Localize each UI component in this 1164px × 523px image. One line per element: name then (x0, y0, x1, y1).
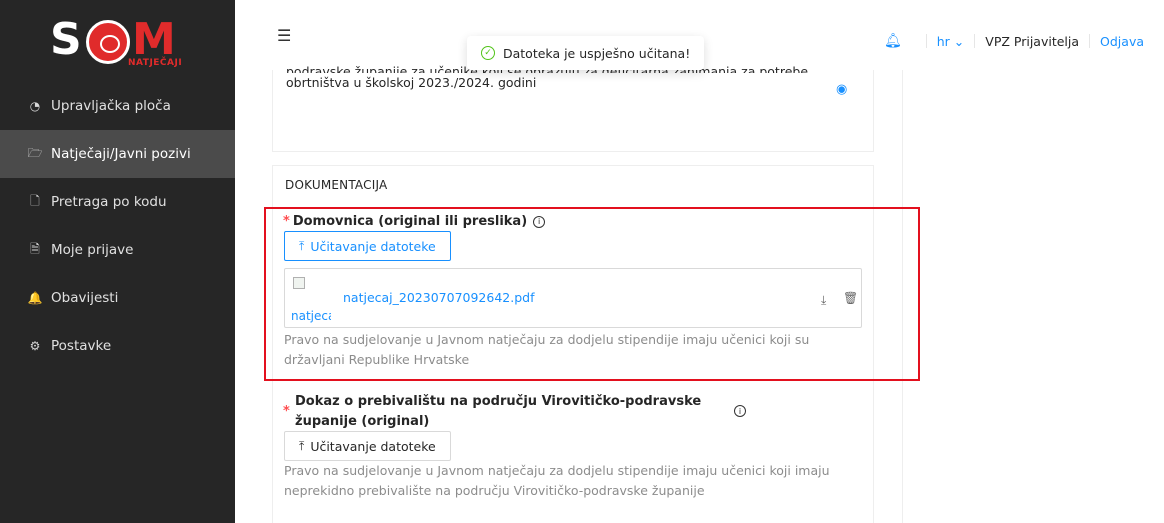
competition-description: podravske županije za učenike koji se ob… (286, 64, 831, 93)
logo[interactable]: S M NATJEČAJI (50, 14, 200, 69)
delete-icon[interactable]: 🗑︎ (843, 291, 858, 305)
thumbnail-alt-text: natjecaj (291, 309, 331, 323)
menu-fold-icon[interactable]: ☰ (277, 26, 291, 45)
logo-subtitle: NATJEČAJI (128, 58, 183, 68)
broken-image-icon (293, 277, 305, 289)
upload-icon: ⤒ (299, 438, 305, 453)
sidebar-item-label: Moje prijave (51, 242, 134, 258)
right-panel-divider (902, 70, 903, 523)
logo-s: S (50, 14, 82, 65)
sidebar-item-settings[interactable]: ⚙ Postavke (0, 322, 235, 370)
folder-open-icon: 🗁 (27, 145, 43, 160)
sidebar: S M NATJEČAJI ◔ Upravljačka ploča 🗁 Natj… (0, 0, 235, 523)
required-marker: * (283, 404, 290, 419)
sidebar-item-label: Pretraga po kodu (51, 194, 167, 210)
upload-button-label: Učitavanje datoteke (310, 238, 436, 254)
language-value: hr (936, 33, 950, 49)
success-toast: ✓ Datoteka je uspješno učitana! (467, 36, 705, 70)
upload-button-residence[interactable]: ⤒ Učitavanje datoteke (284, 431, 451, 461)
bell-icon: 🔔 (27, 291, 43, 305)
sidebar-item-label: Obavijesti (51, 290, 119, 306)
divider (925, 34, 927, 48)
sidebar-item-my-applications[interactable]: 🗎 Moje prijave (0, 226, 235, 274)
sidebar-item-competitions[interactable]: 🗁 Natječaji/Javni pozivi (0, 130, 235, 178)
logo-fish-icon (86, 20, 130, 64)
toast-message: Datoteka je uspješno učitana! (503, 45, 691, 61)
file-search-icon: 🗋 (30, 193, 40, 208)
file-thumbnail[interactable]: natjecaj (291, 277, 331, 323)
sidebar-item-label: Postavke (51, 338, 112, 354)
info-icon[interactable]: i (533, 215, 546, 228)
sidebar-item-label: Natječaji/Javni pozivi (51, 146, 191, 162)
sidebar-nav: ◔ Upravljačka ploča 🗁 Natječaji/Javni po… (0, 82, 235, 370)
competition-card: podravske županije za učenike koji se ob… (272, 64, 874, 152)
competition-description-text: obrtništva u školskoj 2023./2024. godini (286, 75, 537, 90)
upload-button-label: Učitavanje datoteke (310, 438, 436, 454)
documentation-title: DOKUMENTACIJA (285, 178, 388, 192)
info-icon[interactable]: i (734, 405, 746, 417)
field-label-text: Domovnica (original ili preslika) (292, 214, 528, 229)
user-name: VPZ Prijavitelja (985, 33, 1080, 49)
logout-link[interactable]: Odjava (1100, 34, 1144, 49)
file-name-link[interactable]: natjecaj_20230707092642.pdf (343, 290, 535, 305)
file-text-icon: 🗎 (30, 241, 40, 256)
download-icon[interactable]: ⤓ (821, 293, 826, 308)
header-actions: 🔔︎ hr ⌄ VPZ Prijavitelja Odjava (884, 33, 1144, 49)
field-label-text: Dokaz o prebivalištu na području Virovit… (295, 394, 702, 429)
divider (1089, 34, 1091, 48)
sidebar-item-dashboard[interactable]: ◔ Upravljačka ploča (0, 82, 235, 130)
field-label-residence: * Dokaz o prebivalištu na području Virov… (283, 392, 723, 432)
sidebar-item-notifications[interactable]: 🔔 Obavijesti (0, 274, 235, 322)
eye-icon[interactable]: ◉ (836, 82, 847, 97)
check-circle-icon: ✓ (481, 46, 495, 60)
uploaded-file-item: natjecaj natjecaj_20230707092642.pdf ⤓ 🗑… (284, 268, 862, 328)
field-help-citizenship: Pravo na sudjelovanje u Javnom natječaju… (284, 332, 810, 367)
upload-icon: ⤒ (299, 238, 305, 253)
divider (974, 34, 976, 48)
sidebar-item-search-by-code[interactable]: 🗋 Pretraga po kodu (0, 178, 235, 226)
notification-bell-icon[interactable]: 🔔︎ (884, 33, 902, 49)
chevron-down-icon: ⌄ (953, 33, 965, 49)
field-label-citizenship: * Domovnica (original ili preslika) i (283, 214, 546, 229)
required-marker: * (283, 214, 290, 229)
dashboard-icon: ◔ (29, 99, 41, 113)
language-select[interactable]: hr ⌄ (937, 34, 965, 49)
field-help-residence: Pravo na sudjelovanje u Javnom natječaju… (284, 463, 830, 498)
upload-button-citizenship[interactable]: ⤒ Učitavanje datoteke (284, 231, 451, 261)
sidebar-item-label: Upravljačka ploča (51, 98, 171, 114)
logo-m: M (132, 14, 176, 65)
settings-icon: ⚙ (29, 339, 41, 353)
